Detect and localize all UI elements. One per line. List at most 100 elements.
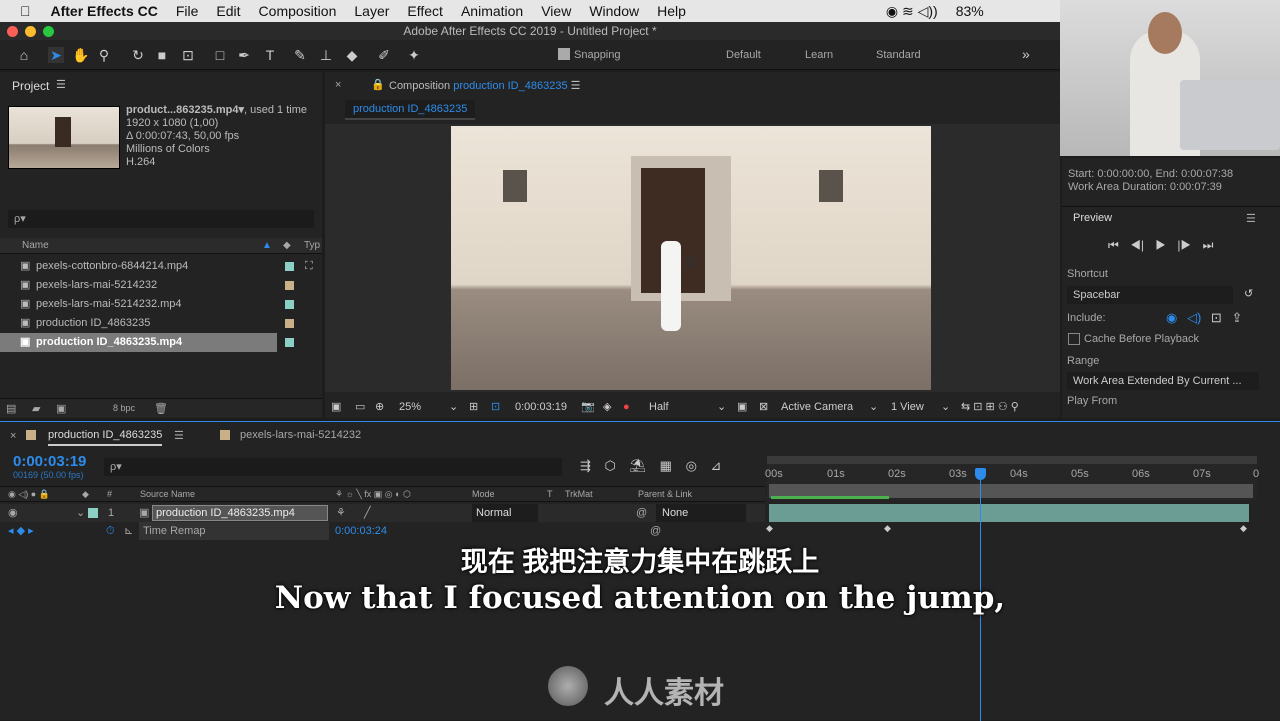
battery-level[interactable]: 83% xyxy=(956,3,984,19)
graph-editor-icon[interactable]: ⊿ xyxy=(711,458,722,473)
include-video-icon[interactable]: ◉ xyxy=(1166,310,1177,325)
column-t[interactable]: T xyxy=(547,487,553,502)
timeline-current-time[interactable]: 0:00:03:19 xyxy=(13,453,86,470)
timeline-tab-menu-icon[interactable]: ☰ xyxy=(174,429,184,442)
snapshot-icon[interactable]: 📷 xyxy=(581,396,595,418)
channel-icon[interactable]: ● xyxy=(623,396,630,418)
always-preview-icon[interactable]: ▣ xyxy=(331,396,341,418)
menu-file[interactable]: File xyxy=(176,3,199,19)
menu-composition[interactable]: Composition xyxy=(259,3,337,19)
av-switches-icon[interactable]: ◉ ◁) ● 🔒 xyxy=(8,487,50,502)
project-item[interactable]: ▣ pexels-cottonbro-6844214.mp4 ⛶ xyxy=(0,257,320,276)
project-item[interactable]: ▣ pexels-lars-mai-5214232.mp4 xyxy=(0,295,320,314)
menu-layer[interactable]: Layer xyxy=(354,3,389,19)
trash-icon[interactable]: 🗑 xyxy=(154,402,168,415)
workspace-standard[interactable]: Standard xyxy=(876,49,921,61)
draft-3d-icon[interactable]: ⬡ xyxy=(605,458,616,473)
blend-mode-select[interactable]: Normal xyxy=(472,504,538,522)
selected-footage-name[interactable]: product...863235.mp4▾ xyxy=(126,104,244,116)
rectangle-tool-icon[interactable]: □ xyxy=(212,47,228,63)
close-window-button[interactable] xyxy=(7,26,18,37)
bit-depth[interactable]: 8 bpc xyxy=(113,403,135,413)
shy-switch-icon[interactable]: ⚘ xyxy=(336,504,346,522)
menu-effect[interactable]: Effect xyxy=(407,3,443,19)
project-item-selected[interactable]: ▣ production ID_4863235.mp4 xyxy=(0,333,277,352)
puppet-tool-icon[interactable]: ✦ xyxy=(406,47,422,63)
transparency-grid-icon[interactable]: ⊡ xyxy=(491,396,500,418)
column-trkmat[interactable]: TrkMat xyxy=(565,487,593,502)
label-icon[interactable]: ◆ xyxy=(82,487,89,502)
playhead-handle[interactable] xyxy=(975,468,986,480)
preview-menu-icon[interactable]: ☰ xyxy=(1246,212,1256,225)
view-layout-select[interactable]: 1 View xyxy=(891,396,924,418)
minimize-window-button[interactable] xyxy=(25,26,36,37)
clone-stamp-tool-icon[interactable]: ⊥ xyxy=(318,47,334,63)
interpret-footage-icon[interactable]: ▤ xyxy=(6,402,16,415)
current-time[interactable]: 0:00:03:19 xyxy=(515,396,567,418)
menu-window[interactable]: Window xyxy=(589,3,639,19)
menu-help[interactable]: Help xyxy=(657,3,686,19)
camera-select[interactable]: Active Camera xyxy=(781,396,853,418)
keyframe-navigator-icon[interactable]: ◂ ◆ ▸ xyxy=(8,522,34,540)
title-safe-icon[interactable]: ⊞ xyxy=(469,396,478,418)
expression-pickwhip-icon[interactable]: @ xyxy=(650,522,661,540)
transparency-icon[interactable]: ⊠ xyxy=(759,396,768,418)
comp-mini-flowchart-icon[interactable]: ⇶ xyxy=(580,458,591,473)
layer-switches-icon[interactable]: ⚘ ☼ ╲ fx ▣ ◎ ◐ ⬡ xyxy=(335,487,411,502)
chevron-down-icon[interactable]: ⌄ xyxy=(717,396,726,418)
new-comp-icon[interactable]: ▣ xyxy=(56,402,66,415)
comp-viewer-tab[interactable]: production ID_4863235 xyxy=(345,100,476,120)
app-menu[interactable]: After Effects CC xyxy=(51,3,158,19)
navigator-bar[interactable] xyxy=(767,456,1257,464)
viewer-area[interactable]: ⊕ xyxy=(325,124,1060,392)
prev-frame-icon[interactable]: ◀| xyxy=(1130,238,1144,252)
last-frame-icon[interactable]: ⏭ xyxy=(1203,238,1214,252)
close-tab-icon[interactable]: × xyxy=(335,79,341,91)
monitor-icon[interactable]: ▭ xyxy=(355,396,365,418)
close-tab-icon[interactable]: × xyxy=(10,430,16,442)
include-audio-icon[interactable]: ◁) xyxy=(1187,310,1201,325)
home-icon[interactable]: ⌂ xyxy=(16,47,32,63)
play-icon[interactable]: ▶ xyxy=(1155,238,1166,252)
quality-switch-icon[interactable]: ╱ xyxy=(364,504,371,522)
menu-view[interactable]: View xyxy=(541,3,571,19)
resolution-select[interactable]: Half xyxy=(649,396,669,418)
project-search-input[interactable]: ρ▾ xyxy=(8,210,314,228)
toggle-pixel-icon[interactable]: ⇆ ⊡ ⊞ ⚇ ⚲ xyxy=(961,396,1019,418)
column-source-name[interactable]: Source Name xyxy=(140,487,195,502)
eraser-tool-icon[interactable]: ◆ xyxy=(344,47,360,63)
pick-whip-icon[interactable]: @ xyxy=(636,504,647,522)
chevron-down-icon[interactable]: ⌄ xyxy=(869,396,878,418)
chevron-down-icon[interactable]: ⌄ xyxy=(449,396,458,418)
timeline-tab-active[interactable]: production ID_4863235 xyxy=(48,429,163,446)
wifi-icon[interactable]: ◉ ≋ ◁)) xyxy=(886,3,938,20)
menu-edit[interactable]: Edit xyxy=(216,3,240,19)
time-ruler[interactable]: 00s 01s 02s 03s 04s 05s 06s 07s 0 xyxy=(765,456,1259,500)
workspace-learn[interactable]: Learn xyxy=(805,49,833,61)
visibility-icon[interactable]: ◉ xyxy=(8,504,18,522)
pen-tool-icon[interactable]: ✒ xyxy=(236,47,252,63)
property-value[interactable]: 0:00:03:24 xyxy=(335,522,387,540)
expand-chevron-icon[interactable]: ⌄ xyxy=(76,504,85,522)
motion-blur-icon[interactable]: ◎ xyxy=(686,458,697,473)
project-item[interactable]: ▣ pexels-lars-mai-5214232 xyxy=(0,276,320,295)
first-frame-icon[interactable]: ⏮ xyxy=(1108,238,1119,252)
column-parent[interactable]: Parent & Link xyxy=(638,487,692,502)
snapping-checkbox[interactable] xyxy=(558,48,570,60)
keyframe-icon[interactable]: ◆ xyxy=(884,523,891,534)
sort-ascending-icon[interactable]: ▲ xyxy=(262,238,272,254)
column-name[interactable]: Name xyxy=(22,238,49,254)
show-snapshot-icon[interactable]: ◈ xyxy=(603,396,611,418)
camera-tool-icon[interactable]: ■ xyxy=(154,47,170,63)
stopwatch-icon[interactable]: ⏱ xyxy=(106,522,115,540)
graph-icon[interactable]: ⊾ xyxy=(124,522,133,540)
comp-menu-icon[interactable]: ☰ xyxy=(571,80,581,92)
mask-visibility-icon[interactable]: ⊕ xyxy=(375,396,384,418)
layer-row[interactable]: ◉ ⌄ 1 ▣ production ID_4863235.mp4 ⚘ ╱ No… xyxy=(0,504,765,522)
anchor-point-icon[interactable]: ⊕ xyxy=(683,252,696,272)
export-icon[interactable]: ⇪ xyxy=(1231,310,1242,325)
workspace-default[interactable]: Default xyxy=(726,49,761,61)
hand-tool-icon[interactable]: ✋ xyxy=(72,47,89,63)
brush-tool-icon[interactable]: ✎ xyxy=(292,47,308,63)
layer-name[interactable]: production ID_4863235.mp4 xyxy=(152,505,328,521)
